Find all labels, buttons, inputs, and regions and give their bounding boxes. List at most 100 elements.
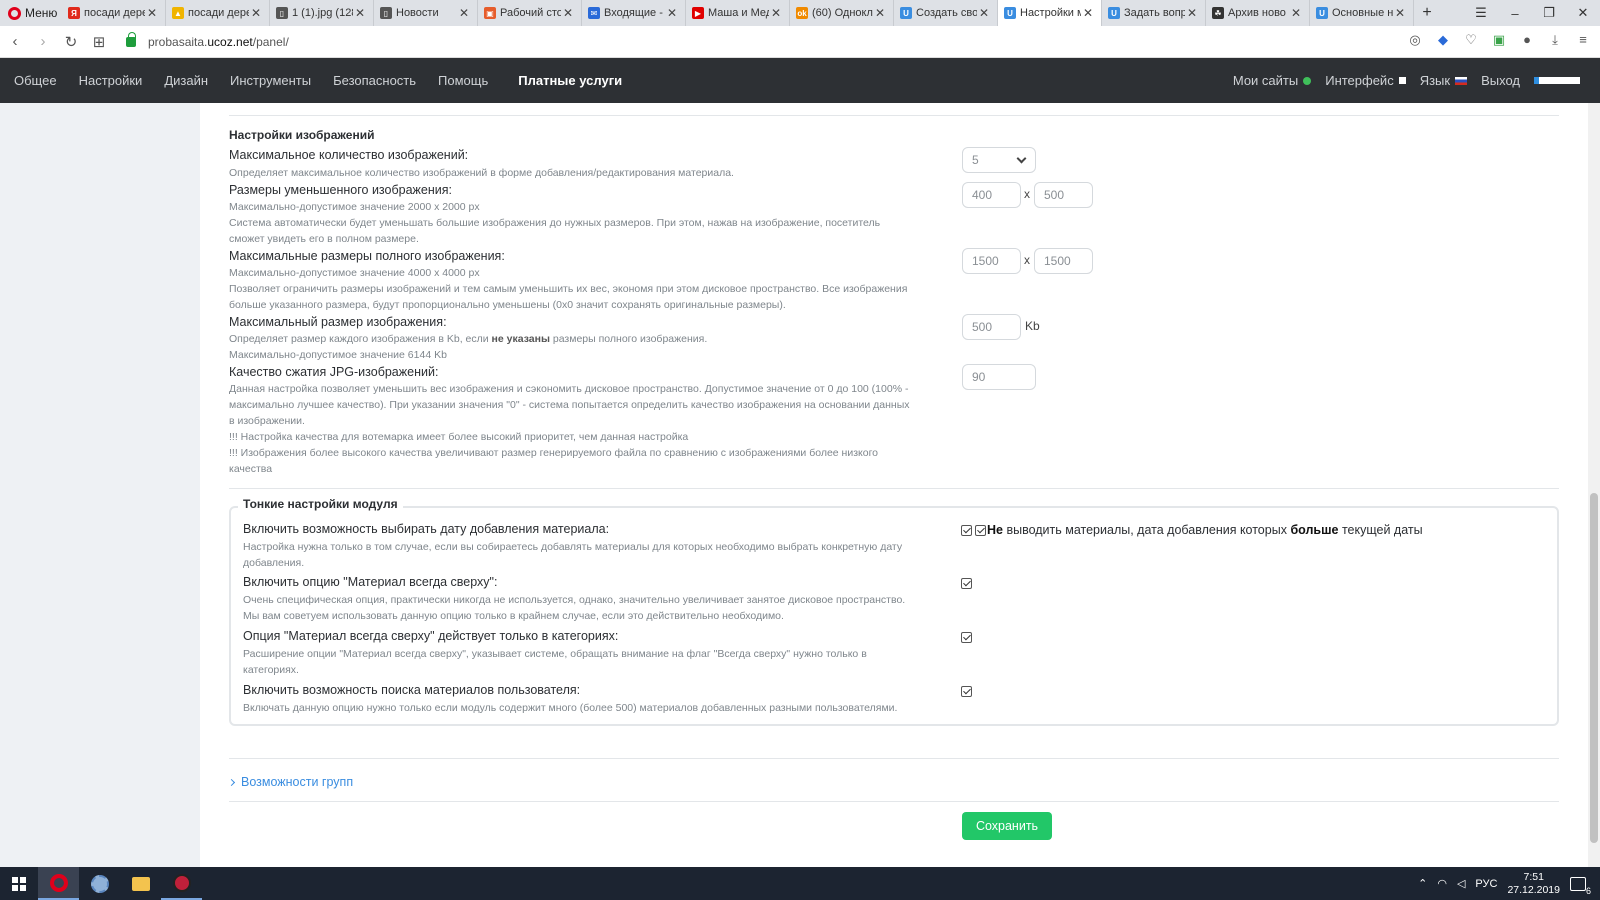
close-tab-icon[interactable]: ✕	[353, 6, 367, 20]
wifi-icon[interactable]: ◠	[1437, 877, 1447, 890]
browser-tab[interactable]: U Основные н ✕	[1310, 0, 1414, 26]
browser-tab[interactable]: ✉ Входящие - ✕	[582, 0, 686, 26]
close-window-button[interactable]: ✕	[1566, 0, 1600, 26]
browser-tab[interactable]: ok (60) Однокл ✕	[790, 0, 894, 26]
nav-language[interactable]: Язык	[1420, 73, 1468, 88]
close-tab-icon[interactable]: ✕	[977, 6, 991, 20]
forward-button[interactable]: ›	[30, 33, 56, 50]
reload-button[interactable]: ↻	[58, 33, 84, 51]
close-tab-icon[interactable]: ✕	[1185, 6, 1199, 20]
close-tab-icon[interactable]: ✕	[665, 6, 679, 20]
divider	[229, 115, 1559, 116]
browser-tab[interactable]: ▯ 1 (1).jpg (128 ✕	[270, 0, 374, 26]
times-sign: x	[1024, 253, 1030, 267]
user-search-desc1: Включать данную опцию нужно только если …	[243, 702, 898, 714]
close-tab-icon[interactable]: ✕	[873, 6, 887, 20]
nav-settings[interactable]: Настройки	[68, 73, 154, 88]
url-field[interactable]: probasaita.ucoz.net/panel/	[148, 35, 289, 49]
jpg-quality-desc5: !!! Изображения более высокого качества …	[229, 447, 879, 459]
address-bar: ‹ › ↻ ⊞ probasaita.ucoz.net/panel/ ◎ ◆ ♡…	[0, 26, 1600, 58]
jpg-quality-label: Качество сжатия JPG-изображений:	[229, 365, 439, 379]
tray-expand-icon[interactable]: ⌃	[1418, 877, 1427, 890]
close-tab-icon[interactable]: ✕	[249, 6, 263, 20]
nav-paid-services[interactable]: Платные услуги	[507, 73, 633, 88]
thumb-size-label: Размеры уменьшенного изображения:	[229, 183, 452, 197]
thumb-width-input[interactable]: 400	[962, 182, 1021, 208]
nav-logout[interactable]: Выход	[1481, 73, 1520, 88]
nav-my-sites[interactable]: Мои сайты	[1219, 73, 1312, 88]
jpg-quality-input[interactable]: 90	[962, 364, 1036, 390]
browser-tab[interactable]: U Задать вопр ✕	[1102, 0, 1206, 26]
browser-tab[interactable]: ▶ Маша и Мед ✕	[686, 0, 790, 26]
new-tab-button[interactable]: +	[1414, 0, 1440, 26]
minimize-button[interactable]: –	[1498, 0, 1532, 26]
start-button[interactable]	[0, 867, 38, 900]
nav-help[interactable]: Помощь	[427, 73, 499, 88]
download-icon[interactable]: ⤓	[1546, 32, 1564, 48]
close-tab-icon[interactable]: ✕	[561, 6, 575, 20]
vpn-icon[interactable]: ●	[1518, 32, 1536, 48]
tab-menu-icon[interactable]: ☰	[1464, 0, 1498, 26]
tab-title: Создать сво	[916, 7, 977, 19]
jpg-quality-desc3: в изображении.	[229, 415, 305, 427]
window-controls: ☰ – ❐ ✕	[1464, 0, 1600, 26]
close-tab-icon[interactable]: ✕	[145, 6, 159, 20]
date-choice-checkbox[interactable]	[961, 525, 972, 536]
full-height-input[interactable]: 1500	[1034, 248, 1093, 274]
browser-tab[interactable]: ▯ Новости ✕	[374, 0, 478, 26]
nav-design[interactable]: Дизайн	[153, 73, 219, 88]
page-scrollbar[interactable]	[1588, 103, 1600, 867]
save-button[interactable]: Сохранить	[962, 812, 1052, 840]
group-permissions-link[interactable]: Возможности групп	[227, 775, 353, 789]
tab-title: Настройки м	[1020, 7, 1081, 19]
max-count-select[interactable]: 5	[962, 147, 1036, 173]
flag-ru-icon	[1455, 76, 1468, 85]
shield-icon[interactable]: ◆	[1434, 32, 1452, 48]
easy-setup-icon[interactable]: ≡	[1574, 32, 1592, 48]
tab-title: Маша и Мед	[708, 7, 769, 19]
notification-icon[interactable]: 6	[1570, 876, 1591, 896]
nav-interface[interactable]: Интерфейс	[1325, 73, 1406, 88]
close-tab-icon[interactable]: ✕	[1289, 6, 1303, 20]
clock[interactable]: 7:51 27.12.2019	[1507, 871, 1560, 897]
browser-tab[interactable]: U Настройки м ✕	[998, 0, 1102, 26]
tab-favicon-icon: Я	[68, 7, 80, 19]
secure-lock-icon[interactable]	[126, 31, 136, 47]
taskbar-settings-app[interactable]	[79, 867, 120, 900]
volume-icon[interactable]: ◁	[1457, 877, 1465, 890]
restore-button[interactable]: ❐	[1532, 0, 1566, 26]
full-width-input[interactable]: 1500	[962, 248, 1021, 274]
close-tab-icon[interactable]: ✕	[1081, 6, 1095, 20]
browser-tab[interactable]: ▲ посади дере ✕	[166, 0, 270, 26]
snapshot-icon[interactable]: ◎	[1406, 32, 1424, 48]
browser-tab[interactable]: ▣ Рабочий сто ✕	[478, 0, 582, 26]
speed-dial-icon[interactable]: ⊞	[86, 33, 112, 51]
user-search-checkbox[interactable]	[961, 686, 972, 697]
taskbar-explorer[interactable]	[120, 867, 161, 900]
nav-security[interactable]: Безопасность	[322, 73, 427, 88]
heart-icon[interactable]: ♡	[1462, 32, 1480, 48]
browser-tab[interactable]: U Создать сво ✕	[894, 0, 998, 26]
taskbar-opera[interactable]	[38, 867, 79, 900]
max-weight-input[interactable]: 500	[962, 314, 1021, 340]
thumb-height-input[interactable]: 500	[1034, 182, 1093, 208]
close-tab-icon[interactable]: ✕	[769, 6, 783, 20]
browser-tab[interactable]: Япосади дере ✕	[62, 0, 166, 26]
user-bar[interactable]	[1534, 77, 1580, 84]
tab-title: (60) Однокл	[812, 7, 873, 19]
close-tab-icon[interactable]: ✕	[457, 6, 471, 20]
browser-menu-button[interactable]: Меню	[0, 0, 62, 26]
always-top-checkbox[interactable]	[961, 578, 972, 589]
nav-tools[interactable]: Инструменты	[219, 73, 322, 88]
input-language[interactable]: РУС	[1475, 878, 1497, 890]
back-button[interactable]: ‹	[2, 33, 28, 50]
scrollbar-thumb[interactable]	[1590, 493, 1598, 843]
taskbar-app[interactable]	[161, 867, 202, 900]
top-in-categories-checkbox[interactable]	[961, 632, 972, 643]
nav-general[interactable]: Общее	[0, 73, 68, 88]
extension-icon[interactable]: ▣	[1490, 32, 1508, 48]
hide-future-checkbox[interactable]	[975, 525, 986, 536]
browser-tab[interactable]: ☘ Архив ново ✕	[1206, 0, 1310, 26]
close-tab-icon[interactable]: ✕	[1393, 6, 1407, 20]
date-choice-label: Включить возможность выбирать дату добав…	[243, 522, 610, 536]
